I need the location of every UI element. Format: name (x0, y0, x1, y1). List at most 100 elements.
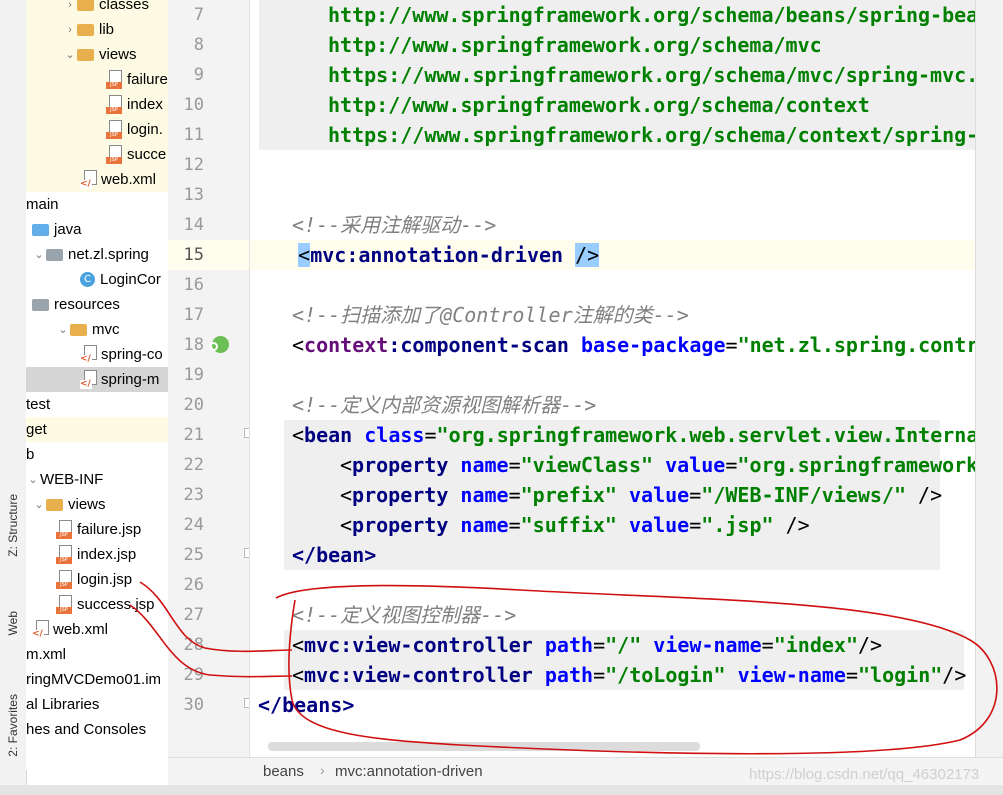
chevron-down-icon[interactable]: ⌄ (32, 498, 46, 511)
tree-item-label: success.jsp (77, 596, 155, 613)
code-line-11: https://www.springframework.org/schema/c… (328, 123, 975, 147)
tree-item-label: LoginCor (100, 271, 161, 288)
tree-item-label: net.zl.spring (68, 246, 149, 263)
folder-icon (77, 48, 94, 61)
structure-tool-tab[interactable]: Z: Structure (2, 478, 24, 573)
tree-item-label: classes (99, 0, 150, 13)
xml-file-icon: </ (80, 170, 97, 189)
tree-item[interactable]: b (26, 442, 168, 467)
line-number: 30 (183, 695, 204, 715)
tree-item[interactable]: ⌄ mvc (26, 317, 168, 342)
chevron-down-icon[interactable]: ⌄ (26, 473, 40, 486)
tree-item[interactable]: JSP failure.jsp (26, 517, 168, 542)
tree-item-label: lib (99, 21, 115, 38)
comment-line-14: <!--采用注解驱动--> (292, 213, 497, 237)
tree-item[interactable]: JSP login. (26, 117, 168, 142)
comment-line-27: <!--定义视图控制器--> (292, 603, 517, 627)
tree-item[interactable]: m.xml (26, 642, 168, 667)
project-tree[interactable]: › classes › lib ⌄ views JSP failure JSP index JSP l… (26, 0, 169, 770)
tree-item-label: java (54, 221, 82, 238)
tree-item[interactable]: › lib (26, 17, 168, 42)
spring-bean-icon[interactable] (209, 336, 229, 353)
tree-item[interactable]: JSP failure (26, 67, 168, 92)
tree-item[interactable]: JSP success.jsp (26, 592, 168, 617)
code-line-9: https://www.springframework.org/schema/m… (328, 63, 975, 87)
chevron-right-icon[interactable]: › (63, 24, 77, 36)
tree-item[interactable]: JSP index.jsp (26, 542, 168, 567)
tree-item[interactable]: hes and Consoles (26, 717, 168, 742)
tree-item[interactable]: ⌄ views (26, 492, 168, 517)
tool-window-strip: Z: Structure Web 2: Favorites (0, 0, 27, 785)
tree-item[interactable]: get (26, 417, 168, 442)
line-number: 21 (183, 425, 204, 445)
line-number: 9 (193, 65, 204, 85)
tree-item[interactable]: ⌄ WEB-INF (26, 467, 168, 492)
breadcrumb-item-annotation-driven[interactable]: mvc:annotation-driven (335, 763, 483, 780)
tree-item[interactable]: java (26, 217, 168, 242)
code-line-15: <mvc:annotation-driven /> (250, 240, 975, 270)
tree-item-label: index.jsp (77, 546, 137, 563)
tree-item[interactable]: resources (26, 292, 168, 317)
tree-item[interactable]: </spring-m (26, 367, 168, 392)
xml-file-icon: </ (32, 620, 49, 639)
tree-item-label: mvc (92, 321, 120, 338)
xml-file-icon: </ (80, 370, 97, 389)
horizontal-scrollbar[interactable] (268, 742, 700, 751)
bottom-status-edge (0, 785, 1003, 795)
code-line-7: http://www.springframework.org/schema/be… (328, 3, 975, 27)
chevron-down-icon[interactable]: ⌄ (63, 48, 77, 61)
jsp-file-icon: JSP (106, 95, 123, 114)
breadcrumb-separator: › (320, 762, 325, 778)
line-number: 22 (183, 455, 204, 475)
tree-item[interactable]: al Libraries (26, 692, 168, 717)
line-number: 13 (183, 185, 204, 205)
tree-item[interactable]: › classes (26, 0, 168, 17)
line-number: 19 (183, 365, 204, 385)
tree-item[interactable]: test (26, 392, 168, 417)
code-line-28: <mvc:view-controller path="/" view-name=… (292, 633, 883, 657)
resources-folder-icon (32, 298, 49, 311)
tree-item[interactable]: JSP login.jsp (26, 567, 168, 592)
favorites-tool-tab[interactable]: 2: Favorites (2, 678, 24, 773)
tree-item[interactable]: C LoginCor (26, 267, 168, 292)
tree-item[interactable]: ⌄ net.zl.spring (26, 242, 168, 267)
tree-item[interactable]: ⌄ views (26, 42, 168, 67)
line-number: 27 (183, 605, 204, 625)
chevron-right-icon[interactable]: › (63, 0, 77, 11)
code-line-21: <bean class="org.springframework.web.ser… (292, 423, 975, 447)
tree-item-label: al Libraries (26, 696, 100, 713)
line-number: 29 (183, 665, 204, 685)
line-number: 25 (183, 545, 204, 565)
right-tool-strip (975, 0, 1003, 760)
tree-item-label: main (26, 196, 59, 213)
tree-item[interactable]: main (26, 192, 168, 217)
tree-item[interactable]: JSP index (26, 92, 168, 117)
line-number: 26 (183, 575, 204, 595)
tree-item-label: spring-m (101, 371, 160, 388)
tree-item[interactable]: JSP succe (26, 142, 168, 167)
line-number: 15 (183, 245, 204, 265)
watermark: https://blog.csdn.net/qq_46302173 (749, 766, 980, 783)
code-editor[interactable]: http://www.springframework.org/schema/be… (250, 0, 975, 760)
chevron-down-icon[interactable]: ⌄ (56, 323, 70, 336)
tree-item[interactable]: </web.xml (26, 617, 168, 642)
jsp-file-icon: JSP (56, 570, 73, 589)
line-number: 14 (183, 215, 204, 235)
breadcrumb-item-beans[interactable]: beans (263, 763, 304, 780)
tree-item-label: resources (54, 296, 120, 313)
code-line-23: <property name="prefix" value="/WEB-INF/… (340, 483, 943, 507)
jsp-file-icon: JSP (56, 545, 73, 564)
tree-item-label: login.jsp (77, 571, 133, 588)
tree-item-label: WEB-INF (40, 471, 104, 488)
line-number: 17 (183, 305, 204, 325)
chevron-down-icon[interactable]: ⌄ (32, 248, 46, 261)
code-line-29: <mvc:view-controller path="/toLogin" vie… (292, 663, 967, 687)
web-tab-label: Web (6, 611, 20, 636)
web-tool-tab[interactable]: Web (2, 596, 24, 651)
code-line-30: </beans> (258, 693, 355, 717)
tree-item[interactable]: ringMVCDemo01.im (26, 667, 168, 692)
tree-item[interactable]: </spring-co (26, 342, 168, 367)
tree-item-label: b (26, 446, 35, 463)
tree-item[interactable]: </web.xml (26, 167, 168, 192)
code-line-24: <property name="suffix" value=".jsp" /> (340, 513, 810, 537)
